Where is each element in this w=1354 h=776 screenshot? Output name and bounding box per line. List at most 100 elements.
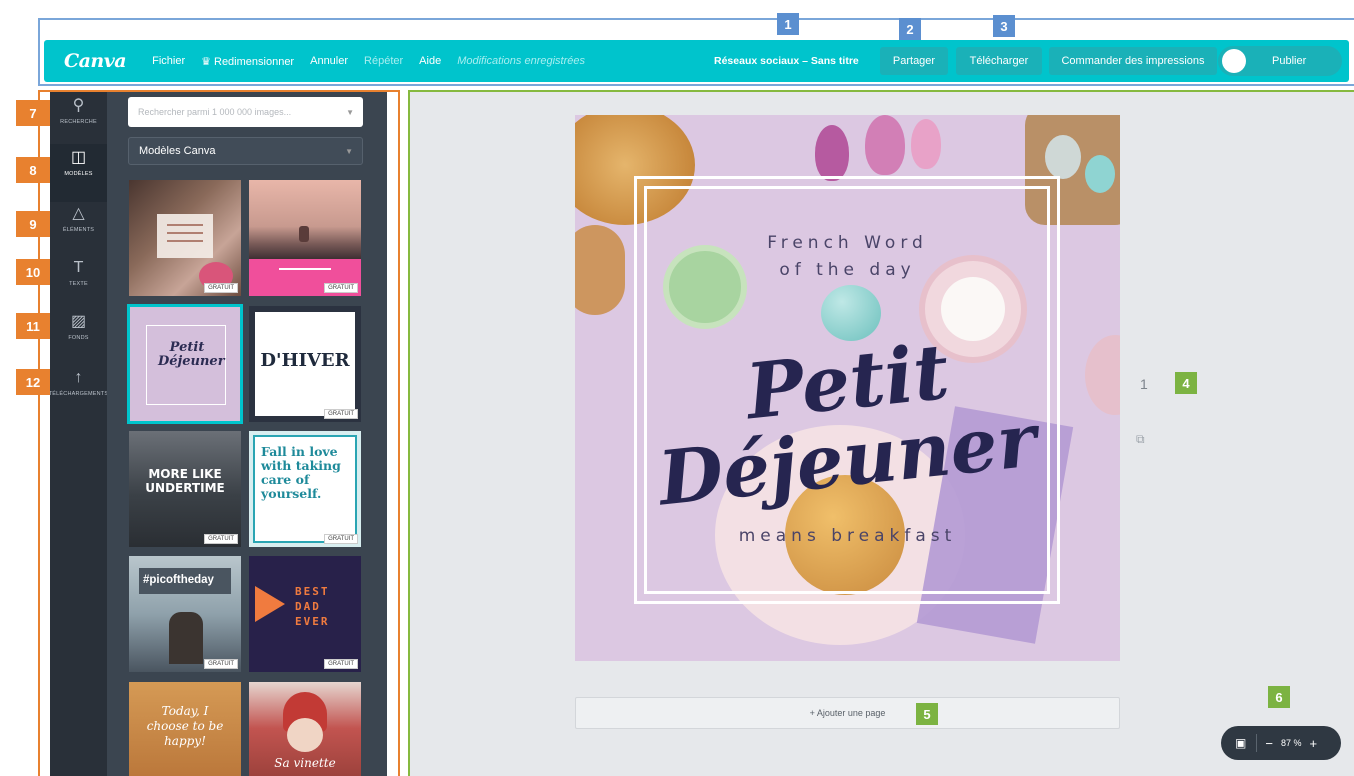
tile-text-line xyxy=(167,232,203,234)
marker-4: 4 xyxy=(1175,372,1197,394)
rail-item-modeles[interactable]: ◫ MODÈLES xyxy=(50,144,107,202)
divider xyxy=(1256,734,1258,752)
pattern-icon: ▨ xyxy=(70,313,87,330)
free-badge: GRATUIT xyxy=(204,659,238,669)
tile-text-line xyxy=(279,268,331,270)
tile-title: MORE LIKE UNDERTIME xyxy=(145,467,225,495)
menu-redimensionner-label: Redimensionner xyxy=(214,55,295,68)
menu-repeter[interactable]: Répéter xyxy=(364,55,403,67)
share-button[interactable]: Partager xyxy=(880,47,948,75)
menu-fichier[interactable]: Fichier xyxy=(152,55,185,67)
add-page-button[interactable]: + Ajouter une page xyxy=(575,697,1120,729)
tile-face xyxy=(287,718,323,752)
canva-logo[interactable]: Canva xyxy=(64,50,127,72)
template-tile[interactable]: Today, I choose to be happy! xyxy=(129,682,241,776)
publish-toggle[interactable]: Publier xyxy=(1218,46,1342,76)
rail-item-elements[interactable]: △ ÉLÉMENTS xyxy=(50,200,107,258)
design-line-2[interactable]: of the day xyxy=(575,260,1120,280)
marker-7: 7 xyxy=(16,100,50,126)
template-tile[interactable]: Fall in love with taking care of yoursel… xyxy=(249,431,361,547)
crown-icon: ♛ xyxy=(201,55,211,68)
template-tile-selected[interactable]: Petit Déjeuner xyxy=(127,304,243,424)
tile-text-line xyxy=(167,240,203,242)
marker-3: 3 xyxy=(993,15,1015,37)
rail-label: ÉLÉMENTS xyxy=(62,227,95,233)
design-artboard[interactable]: French Word of the day Petit Déjeuner me… xyxy=(575,115,1120,661)
template-tile[interactable]: Sa vinette xyxy=(249,682,361,776)
tile-figure xyxy=(169,612,203,664)
sidebar-rail: ⚲ RECHERCHE ◫ MODÈLES △ ÉLÉMENTS T TEXTE… xyxy=(48,92,109,776)
zoom-out-button[interactable]: − xyxy=(1265,736,1273,751)
marker-11: 11 xyxy=(16,313,50,339)
marker-2: 2 xyxy=(899,18,921,40)
menu-aide[interactable]: Aide xyxy=(419,55,441,67)
toggle-knob xyxy=(1222,49,1246,73)
tile-figure xyxy=(299,226,309,242)
rail-label: FONDS xyxy=(68,335,89,341)
zoom-in-button[interactable]: + xyxy=(1309,736,1317,751)
template-tile[interactable]: D'HIVER GRATUIT xyxy=(249,306,361,422)
image-search-input[interactable]: Rechercher parmi 1 000 000 images... ▼ xyxy=(128,97,363,127)
chevron-down-icon: ▼ xyxy=(346,107,354,117)
present-icon[interactable]: ▣ xyxy=(1235,736,1246,750)
template-source-select[interactable]: Modèles Canva ▼ xyxy=(128,137,363,165)
top-toolbar: Canva Fichier ♛ Redimensionner Annuler Ré… xyxy=(44,40,1349,82)
rail-item-texte[interactable]: T TEXTE xyxy=(50,254,107,312)
tile-title: Sa vinette xyxy=(274,756,336,770)
free-badge: GRATUIT xyxy=(324,659,358,669)
download-button[interactable]: Télécharger xyxy=(956,47,1042,75)
marker-1: 1 xyxy=(777,13,799,35)
marker-8: 8 xyxy=(16,157,50,183)
rail-label: TEXTE xyxy=(69,281,88,287)
rail-label: MODÈLES xyxy=(64,171,93,177)
templates-panel: Rechercher parmi 1 000 000 images... ▼ M… xyxy=(107,92,387,776)
tile-text-card xyxy=(157,214,213,258)
search-placeholder: Rechercher parmi 1 000 000 images... xyxy=(138,107,292,117)
zoom-control: ▣ − 87 % + xyxy=(1221,726,1341,760)
template-tile[interactable]: BEST DAD EVER GRATUIT xyxy=(249,556,361,672)
document-title[interactable]: Réseaux sociaux – Sans titre xyxy=(714,55,859,67)
chevron-down-icon: ▼ xyxy=(345,146,353,156)
zoom-level: 87 % xyxy=(1280,738,1302,748)
rail-label: TÉLÉCHARGEMENTS xyxy=(48,391,109,397)
marker-6: 6 xyxy=(1268,686,1290,708)
tile-title: Petit Déjeuner xyxy=(158,340,225,369)
design-line-1[interactable]: French Word xyxy=(575,233,1120,253)
search-icon: ⚲ xyxy=(72,97,85,114)
rail-label: RECHERCHE xyxy=(60,119,97,125)
duplicate-page-icon[interactable]: ⧉ xyxy=(1136,432,1145,447)
rail-item-fonds[interactable]: ▨ FONDS xyxy=(50,308,107,366)
tile-title: BEST DAD EVER xyxy=(295,585,330,628)
marker-9: 9 xyxy=(16,211,50,237)
tile-title: Today, I choose to be happy! xyxy=(146,704,224,748)
free-badge: GRATUIT xyxy=(324,283,358,293)
marker-5: 5 xyxy=(916,703,938,725)
order-prints-button[interactable]: Commander des impressions xyxy=(1049,47,1217,75)
menu-redimensionner[interactable]: ♛ Redimensionner xyxy=(201,55,294,68)
template-tile[interactable]: GRATUIT xyxy=(129,180,241,296)
tile-text-line xyxy=(167,224,203,226)
shapes-icon: △ xyxy=(72,205,85,222)
rail-item-recherche[interactable]: ⚲ RECHERCHE xyxy=(50,92,107,150)
marker-10: 10 xyxy=(16,259,50,285)
layout-icon: ◫ xyxy=(70,149,87,166)
page-number: 1 xyxy=(1140,376,1148,392)
select-value: Modèles Canva xyxy=(139,145,216,157)
upload-icon: ↑ xyxy=(74,369,83,386)
save-status: Modifications enregistrées xyxy=(457,55,585,67)
free-badge: GRATUIT xyxy=(204,283,238,293)
tile-title: #picoftheday xyxy=(143,574,214,586)
template-tile[interactable]: GRATUIT xyxy=(249,180,361,296)
publish-label: Publier xyxy=(1272,55,1307,67)
design-subtitle[interactable]: means breakfast xyxy=(575,526,1120,546)
menu-annuler[interactable]: Annuler xyxy=(310,55,348,67)
tile-title: Fall in love with taking care of yoursel… xyxy=(261,444,341,501)
free-badge: GRATUIT xyxy=(324,534,358,544)
text-icon: T xyxy=(73,259,84,276)
tile-title: D'HIVER xyxy=(260,350,350,371)
template-tile[interactable]: MORE LIKE UNDERTIME GRATUIT xyxy=(129,431,241,547)
free-badge: GRATUIT xyxy=(204,534,238,544)
template-tile[interactable]: #picoftheday GRATUIT xyxy=(129,556,241,672)
megaphone-icon xyxy=(255,586,285,622)
rail-item-telechargements[interactable]: ↑ TÉLÉCHARGEMENTS xyxy=(48,364,109,422)
